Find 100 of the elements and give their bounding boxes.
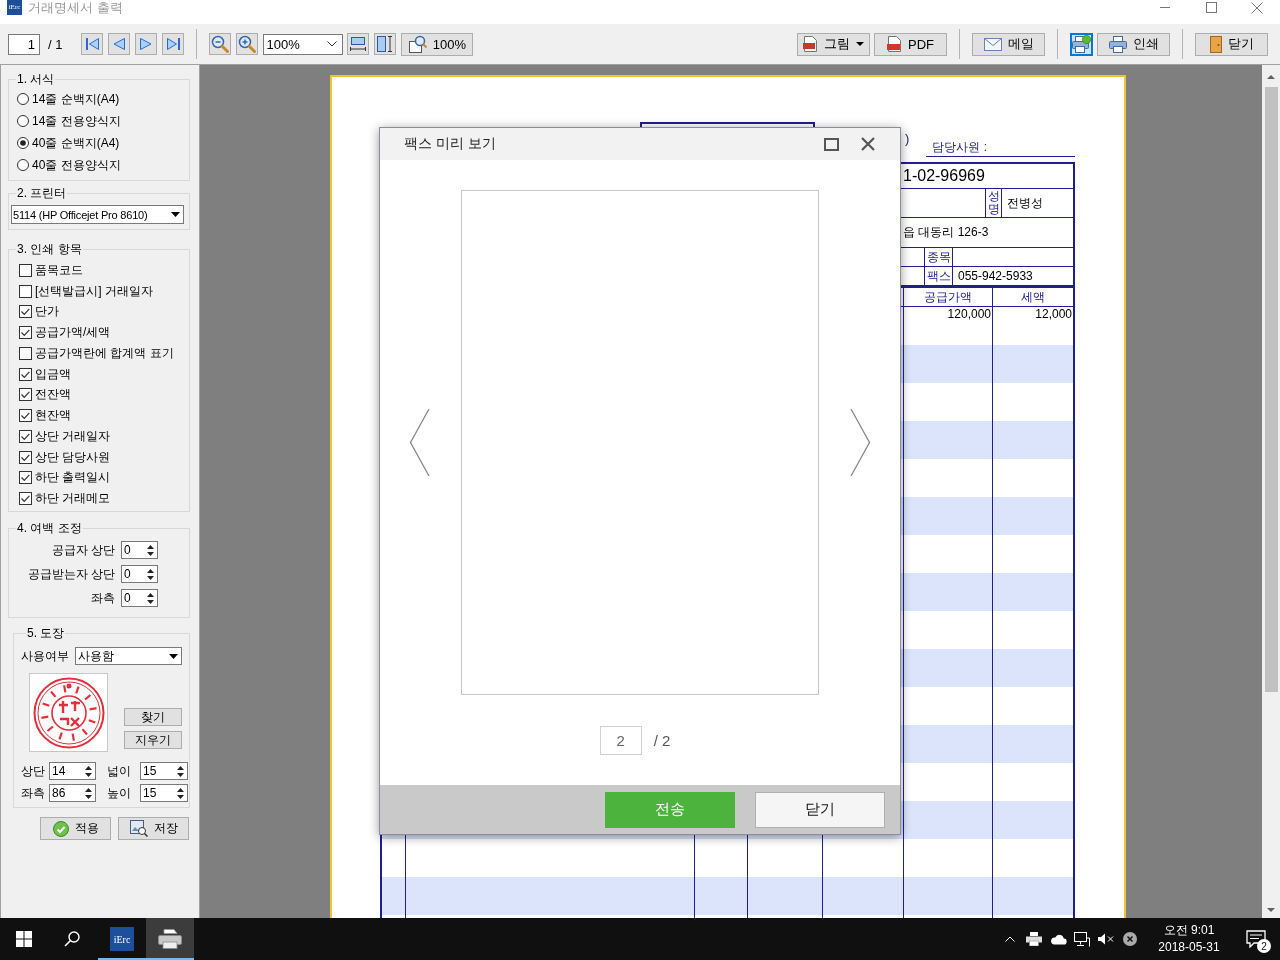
checkbox[interactable] — [19, 346, 32, 360]
maximize-icon[interactable] — [824, 137, 839, 151]
option-label: [선택발급시] 거래일자 — [35, 282, 153, 300]
toolbar-button[interactable]: PDF — [874, 32, 947, 56]
usage-select[interactable]: 사용함 — [75, 647, 182, 665]
checkbox[interactable] — [19, 450, 32, 464]
chevron-left-icon[interactable] — [409, 408, 430, 477]
spin-field[interactable]: 0 — [121, 541, 158, 559]
radio-button[interactable] — [17, 137, 29, 149]
field-label: 좌측 — [91, 589, 115, 607]
action-button[interactable]: 적용 — [40, 817, 111, 840]
zoom-select[interactable]: 100% — [263, 33, 344, 55]
clock[interactable]: 오전 9:01 2018-05-31 — [1150, 922, 1228, 956]
speaker-muted-icon[interactable] — [1098, 933, 1114, 945]
page-number-field[interactable]: 2 — [599, 726, 642, 755]
spin-arrows-icon — [147, 568, 154, 580]
search-icon — [64, 931, 80, 947]
close-icon — [1251, 1, 1263, 14]
scrollbar-thumb[interactable] — [1264, 87, 1278, 692]
checkbox[interactable] — [19, 326, 32, 340]
toolbar-button[interactable]: 그림 — [797, 32, 870, 56]
notification-badge: 2 — [1257, 939, 1271, 953]
fit-width-button[interactable] — [347, 33, 370, 55]
page-nav-button[interactable] — [135, 33, 158, 55]
printer-badge-icon — [1072, 35, 1091, 53]
checkbox[interactable] — [19, 367, 32, 381]
zoom-out-icon — [211, 35, 230, 53]
spin-field[interactable]: 0 — [121, 565, 158, 583]
checkbox[interactable] — [19, 263, 32, 277]
dropdown-arrow-icon — [169, 653, 178, 659]
spin-field[interactable]: 0 — [121, 589, 158, 607]
radio-button[interactable] — [17, 159, 29, 171]
field-label: 종목 — [926, 248, 951, 266]
chevron-up-icon[interactable] — [1005, 936, 1015, 942]
notification-button[interactable]: 2 — [1232, 918, 1280, 960]
zoom-page-icon — [408, 35, 427, 53]
checkbox[interactable] — [19, 409, 32, 423]
column-header: 세액 — [1021, 288, 1045, 306]
spin-field[interactable]: 14 — [49, 762, 96, 780]
option-label: 14줄 순백지(A4) — [32, 90, 120, 108]
field-label: 팩스 — [926, 267, 951, 285]
toolbar-button[interactable]: 인쇄 — [1097, 32, 1170, 56]
image-search-icon — [129, 820, 148, 837]
first-page-icon — [85, 38, 99, 50]
window-title: 거래명세서 출력 — [28, 0, 123, 15]
checkbox[interactable] — [19, 388, 32, 402]
printer-icon[interactable] — [1026, 932, 1042, 946]
fit-height-button[interactable] — [374, 33, 397, 55]
minimize-icon — [1160, 7, 1170, 8]
option-label: 단가 — [35, 303, 59, 321]
toolbar-button[interactable]: 닫기 — [1195, 32, 1268, 56]
next-page-icon — [140, 38, 153, 50]
actual-size-button[interactable]: 100% — [401, 32, 474, 56]
close-button[interactable]: 닫기 — [755, 791, 885, 828]
cloud-icon[interactable] — [1049, 933, 1067, 945]
option-label: 40줄 전용양식지 — [32, 156, 121, 174]
dropdown-arrow-icon — [171, 212, 180, 217]
action-button[interactable]: 저장 — [118, 817, 189, 840]
spin-arrows-icon — [177, 765, 184, 777]
page-nav-button[interactable] — [162, 33, 185, 55]
tiles-icon — [16, 931, 32, 947]
checkbox[interactable] — [19, 471, 32, 485]
maximize-icon — [1205, 2, 1217, 13]
group-title: 4. 여백 조정 — [16, 521, 83, 535]
printer-select[interactable]: 5114 (HP Officejet Pro 8610) — [11, 205, 184, 224]
toolbar-button[interactable] — [1070, 32, 1093, 56]
group-title: 3. 인쇄 항목 — [16, 242, 83, 256]
monitor-icon[interactable] — [1074, 931, 1090, 947]
option-label: 하단 출력일시 — [35, 469, 111, 487]
field-label: 좌측 — [21, 784, 45, 802]
option-label: 품목코드 — [35, 261, 83, 279]
checkbox[interactable] — [19, 284, 32, 298]
zoom-in-button[interactable] — [236, 33, 259, 55]
spin-arrows-icon — [85, 787, 92, 799]
table-cell: 12,000 — [1035, 307, 1072, 321]
spin-field[interactable]: 15 — [140, 784, 188, 802]
field-label: 사용여부 — [21, 647, 69, 665]
page-nav-button[interactable] — [81, 33, 104, 55]
checkbox[interactable] — [19, 429, 32, 443]
radio-button[interactable] — [17, 93, 29, 105]
page-total: / 2 — [653, 732, 671, 749]
page-nav-button[interactable] — [108, 33, 131, 55]
stamp-button[interactable]: 찾기 — [124, 708, 182, 726]
radio-button[interactable] — [17, 115, 29, 127]
taskbar-app-button[interactable] — [146, 918, 194, 960]
registration-number: 1-02-96969 — [903, 167, 985, 185]
spin-field[interactable]: 86 — [49, 784, 96, 802]
fit-height-icon — [376, 35, 395, 53]
spin-field[interactable]: 15 — [140, 762, 188, 780]
chevron-right-icon[interactable] — [850, 408, 871, 477]
field-label: 높이 — [106, 784, 132, 802]
toolbar-button[interactable]: 메일 — [972, 32, 1045, 56]
x-circle-icon[interactable] — [1123, 932, 1137, 946]
page-number-field[interactable]: 1 — [8, 33, 40, 55]
checkbox[interactable] — [19, 492, 32, 506]
checkbox[interactable] — [19, 305, 32, 319]
zoom-out-button[interactable] — [209, 33, 232, 55]
close-icon[interactable] — [861, 137, 875, 151]
stamp-button[interactable]: 지우기 — [124, 731, 182, 749]
last-page-icon — [166, 38, 180, 50]
